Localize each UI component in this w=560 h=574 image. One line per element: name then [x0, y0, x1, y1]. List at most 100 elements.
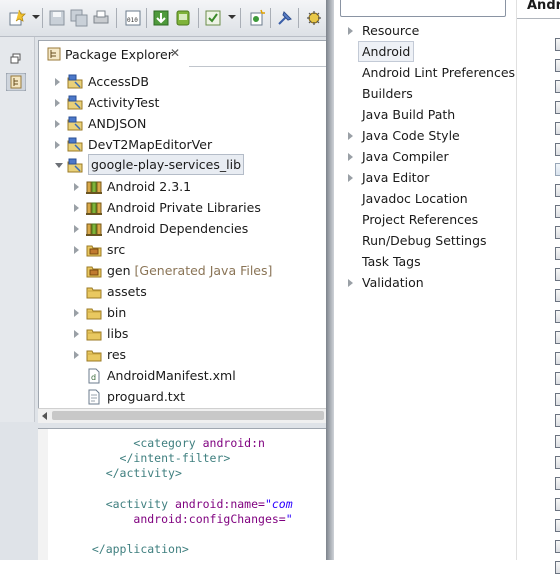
checkbox[interactable] [555, 351, 560, 365]
collapsed-arrow-icon[interactable] [55, 78, 60, 86]
tree-item[interactable]: bin [39, 302, 326, 323]
tree-item-label: proguard.txt [107, 389, 185, 404]
task-icon[interactable] [204, 9, 222, 27]
toolbar-separator [146, 8, 147, 28]
collapsed-arrow-icon[interactable] [74, 330, 79, 338]
save-all-icon[interactable] [70, 9, 88, 27]
restore-icon[interactable] [6, 51, 26, 69]
collapsed-arrow-icon[interactable] [74, 246, 79, 254]
nav-item[interactable]: Validation [334, 272, 514, 293]
checkbox[interactable] [555, 309, 560, 323]
checkbox[interactable] [555, 539, 560, 553]
nav-item[interactable]: Java Editor [334, 167, 514, 188]
collapsed-arrow-icon[interactable] [348, 174, 353, 182]
nav-item[interactable]: Android Lint Preferences [334, 62, 515, 83]
tree-item[interactable]: Android Dependencies [39, 218, 326, 239]
nav-item[interactable]: Java Build Path [334, 104, 514, 125]
checkbox[interactable] [555, 226, 560, 240]
nav-item[interactable]: Task Tags [334, 251, 514, 272]
collapsed-arrow-icon[interactable] [348, 27, 353, 35]
checkbox[interactable] [555, 288, 560, 302]
scroll-left-icon[interactable] [42, 412, 47, 420]
nav-item[interactable]: Javadoc Location [334, 188, 514, 209]
tree-item[interactable]: DevT2MapEditorVer [39, 134, 326, 155]
properties-page: Andro [516, 0, 560, 574]
hierarchy-view-icon[interactable] [6, 73, 26, 91]
checkbox[interactable] [555, 518, 560, 532]
checkbox[interactable] [555, 205, 560, 219]
checkbox[interactable] [555, 142, 560, 156]
nav-item[interactable]: Project References [334, 209, 514, 230]
tree-item[interactable]: ANDJSON [39, 113, 326, 134]
tree-item[interactable]: AccessDB [39, 71, 326, 92]
nav-item[interactable]: Java Compiler [334, 146, 514, 167]
collapsed-arrow-icon[interactable] [74, 225, 79, 233]
download-icon[interactable] [152, 9, 170, 27]
checkbox[interactable] [555, 58, 560, 72]
package-explorer-tab[interactable]: Package Explorer ✕ [39, 41, 189, 67]
checkbox[interactable] [555, 476, 560, 490]
nav-item[interactable]: Android [334, 41, 514, 62]
pin-icon[interactable] [276, 9, 294, 27]
nav-item[interactable]: Run/Debug Settings [334, 230, 514, 251]
expanded-arrow-icon[interactable] [55, 163, 63, 168]
new-class-icon[interactable] [248, 9, 266, 27]
task-dropdown-icon[interactable] [228, 15, 236, 19]
checkbox[interactable] [555, 79, 560, 93]
collapsed-arrow-icon[interactable] [55, 99, 60, 107]
checkbox[interactable] [555, 393, 560, 407]
close-icon[interactable]: ✕ [170, 46, 180, 60]
tree-item[interactable]: Android 2.3.1 [39, 176, 326, 197]
checkbox[interactable] [555, 497, 560, 511]
nav-item[interactable]: Resource [334, 20, 514, 41]
checkbox[interactable] [555, 456, 560, 469]
tree-item[interactable]: gen [Generated Java Files] [39, 260, 326, 281]
collapsed-arrow-icon[interactable] [74, 351, 79, 359]
collapsed-arrow-icon[interactable] [348, 132, 353, 140]
new-dropdown-icon[interactable] [32, 15, 40, 19]
tree-item[interactable]: res [39, 344, 326, 365]
binary-icon[interactable]: 010 [124, 9, 142, 27]
tree-item[interactable]: src [39, 239, 326, 260]
nav-item-label: Javadoc Location [362, 191, 468, 206]
checkbox[interactable] [555, 100, 560, 114]
android-device-icon[interactable] [174, 9, 192, 27]
tree-item[interactable]: Android Private Libraries [39, 197, 326, 218]
collapsed-arrow-icon[interactable] [74, 183, 79, 191]
checkbox[interactable] [555, 247, 560, 260]
checkbox[interactable] [555, 435, 560, 449]
collapsed-arrow-icon[interactable] [74, 309, 79, 317]
tree-item[interactable]: d AndroidManifest.xml [39, 365, 326, 386]
save-icon[interactable] [48, 9, 66, 27]
tree-item[interactable]: google-play-services_lib [39, 154, 326, 176]
checkbox[interactable] [555, 163, 560, 177]
new-icon[interactable] [8, 9, 26, 27]
horizontal-scrollbar[interactable] [38, 408, 326, 423]
checkbox[interactable] [555, 38, 560, 51]
toolbar-separator [42, 8, 43, 28]
collapsed-arrow-icon[interactable] [348, 153, 353, 161]
checkbox[interactable] [555, 121, 560, 135]
tree-item[interactable]: proguard.txt [39, 386, 326, 407]
checkbox[interactable] [555, 560, 560, 574]
collapsed-arrow-icon[interactable] [348, 279, 353, 287]
checkbox[interactable] [555, 267, 560, 281]
checkbox[interactable] [555, 414, 560, 428]
filter-input[interactable] [340, 0, 506, 17]
checkbox[interactable] [555, 184, 560, 198]
collapsed-arrow-icon[interactable] [55, 141, 60, 149]
checkbox[interactable] [555, 372, 560, 386]
xml-editor[interactable]: <category android:n </intent-filter> </a… [38, 428, 326, 560]
nav-item[interactable]: Builders [334, 83, 514, 104]
tree-item[interactable]: assets [39, 281, 326, 302]
tree-item[interactable]: libs [39, 323, 326, 344]
checkbox[interactable] [555, 330, 560, 344]
scrollbar-thumb[interactable] [52, 411, 324, 420]
print-icon[interactable] [92, 9, 110, 27]
collapsed-arrow-icon[interactable] [55, 120, 60, 128]
tree-item[interactable]: ActivityTest [39, 92, 326, 113]
tree-item-label: Android 2.3.1 [107, 179, 192, 194]
nav-item[interactable]: Java Code Style [334, 125, 514, 146]
collapsed-arrow-icon[interactable] [74, 204, 79, 212]
debug-icon[interactable] [305, 9, 323, 27]
